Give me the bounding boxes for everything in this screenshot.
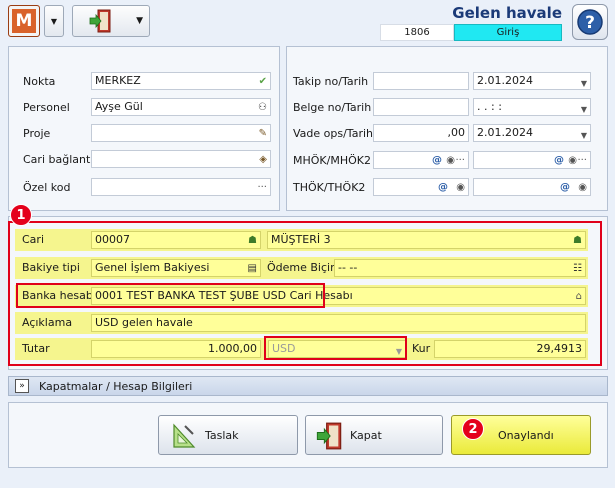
chevron-down-icon[interactable]: ▼ (581, 128, 587, 141)
page-title: Gelen havale (452, 4, 562, 22)
document-number: 1806 (380, 24, 454, 41)
view-icon[interactable]: ◉ (456, 180, 465, 195)
exit-dropdown-button[interactable]: ▼ (72, 5, 150, 37)
user-lookup-icon[interactable]: ⚇ (258, 100, 267, 115)
ellipsis-icon[interactable]: ··· (257, 180, 267, 195)
draft-icon (173, 423, 196, 448)
view-icon[interactable]: ◉ (578, 180, 587, 195)
nokta-label: Nokta (23, 75, 56, 88)
at-icon[interactable]: @ (554, 153, 564, 168)
status-badge: Giriş (454, 24, 562, 41)
ellipsis-icon[interactable]: ··· (577, 153, 587, 168)
chevron-down-icon[interactable]: ▼ (581, 76, 587, 89)
thok-input[interactable]: @ ◉ (373, 178, 469, 196)
app-menu-button[interactable]: M (8, 5, 40, 37)
nokta-input[interactable]: MERKEZ ✔ (91, 72, 271, 90)
tag-icon[interactable]: ◈ (259, 152, 267, 167)
help-icon: ? (577, 9, 603, 35)
vade-tarih-input[interactable]: 2.01.2024 ▼ (473, 124, 591, 142)
vade-ops-input[interactable]: ,00 (373, 124, 469, 142)
cari-baglanti-input[interactable]: ◈ (91, 150, 271, 168)
chevron-down-icon[interactable]: ▼ (581, 102, 587, 115)
proje-label: Proje (23, 127, 51, 140)
cari-baglanti-label: Cari bağlantı (23, 153, 94, 166)
thok-label: THÖK/THÖK2 (293, 181, 366, 194)
exit-door-icon (89, 9, 111, 33)
view-icon[interactable]: ◉ (568, 153, 577, 168)
chevron-down-icon: ▼ (50, 16, 58, 26)
belge-no-input[interactable] (373, 98, 469, 116)
view-icon[interactable]: ◉ (446, 153, 455, 168)
personel-label: Personel (23, 101, 70, 114)
belge-tarih-input[interactable]: . . : : ▼ (473, 98, 591, 116)
expand-chevron-icon[interactable]: » (15, 379, 29, 393)
step-badge-1: 1 (10, 204, 32, 226)
chevron-down-icon: ▼ (136, 16, 143, 26)
mhok-label: MHÖK/MHÖK2 (293, 154, 371, 167)
takip-tarih-input[interactable]: 2.01.2024 ▼ (473, 72, 591, 90)
kapat-button[interactable]: Kapat (305, 415, 443, 455)
at-icon[interactable]: @ (560, 180, 570, 195)
exit-door-icon (316, 422, 342, 450)
kapatmalar-label: Kapatmalar / Hesap Bilgileri (39, 380, 193, 393)
belge-label: Belge no/Tarih (293, 101, 372, 114)
kapatmalar-expander[interactable]: » Kapatmalar / Hesap Bilgileri (8, 376, 608, 396)
takip-label: Takip no/Tarih (293, 75, 369, 88)
takip-no-input[interactable] (373, 72, 469, 90)
at-icon[interactable]: @ (432, 153, 442, 168)
check-icon[interactable]: ✔ (259, 74, 267, 89)
svg-text:?: ? (585, 13, 595, 33)
vade-label: Vade ops/Tarih (293, 127, 373, 140)
thok2-input[interactable]: @ ◉ (473, 178, 591, 196)
ellipsis-icon[interactable]: ··· (455, 153, 465, 168)
step-badge-2: 2 (462, 418, 484, 440)
personel-input[interactable]: Ayşe Gül ⚇ (91, 98, 271, 116)
mhok2-input[interactable]: @ ◉ ··· (473, 151, 591, 169)
taslak-button[interactable]: Taslak (158, 415, 298, 455)
app-logo: M (13, 10, 35, 32)
mhok-input[interactable]: @ ◉ ··· (373, 151, 469, 169)
ozel-kod-input[interactable]: ··· (91, 178, 271, 196)
right-info-panel: Takip no/Tarih 2.01.2024 ▼ Belge no/Tari… (286, 46, 608, 211)
help-button[interactable]: ? (572, 4, 608, 40)
at-icon[interactable]: @ (438, 180, 448, 195)
app-menu-dropdown[interactable]: ▼ (44, 5, 64, 37)
main-highlight-box (8, 221, 602, 366)
tag-edit-icon[interactable]: ✎ (259, 126, 267, 141)
ozel-kod-label: Özel kod (23, 181, 71, 194)
left-info-panel: Nokta MERKEZ ✔ Personel Ayşe Gül ⚇ Proje… (8, 46, 280, 211)
proje-input[interactable]: ✎ (91, 124, 271, 142)
